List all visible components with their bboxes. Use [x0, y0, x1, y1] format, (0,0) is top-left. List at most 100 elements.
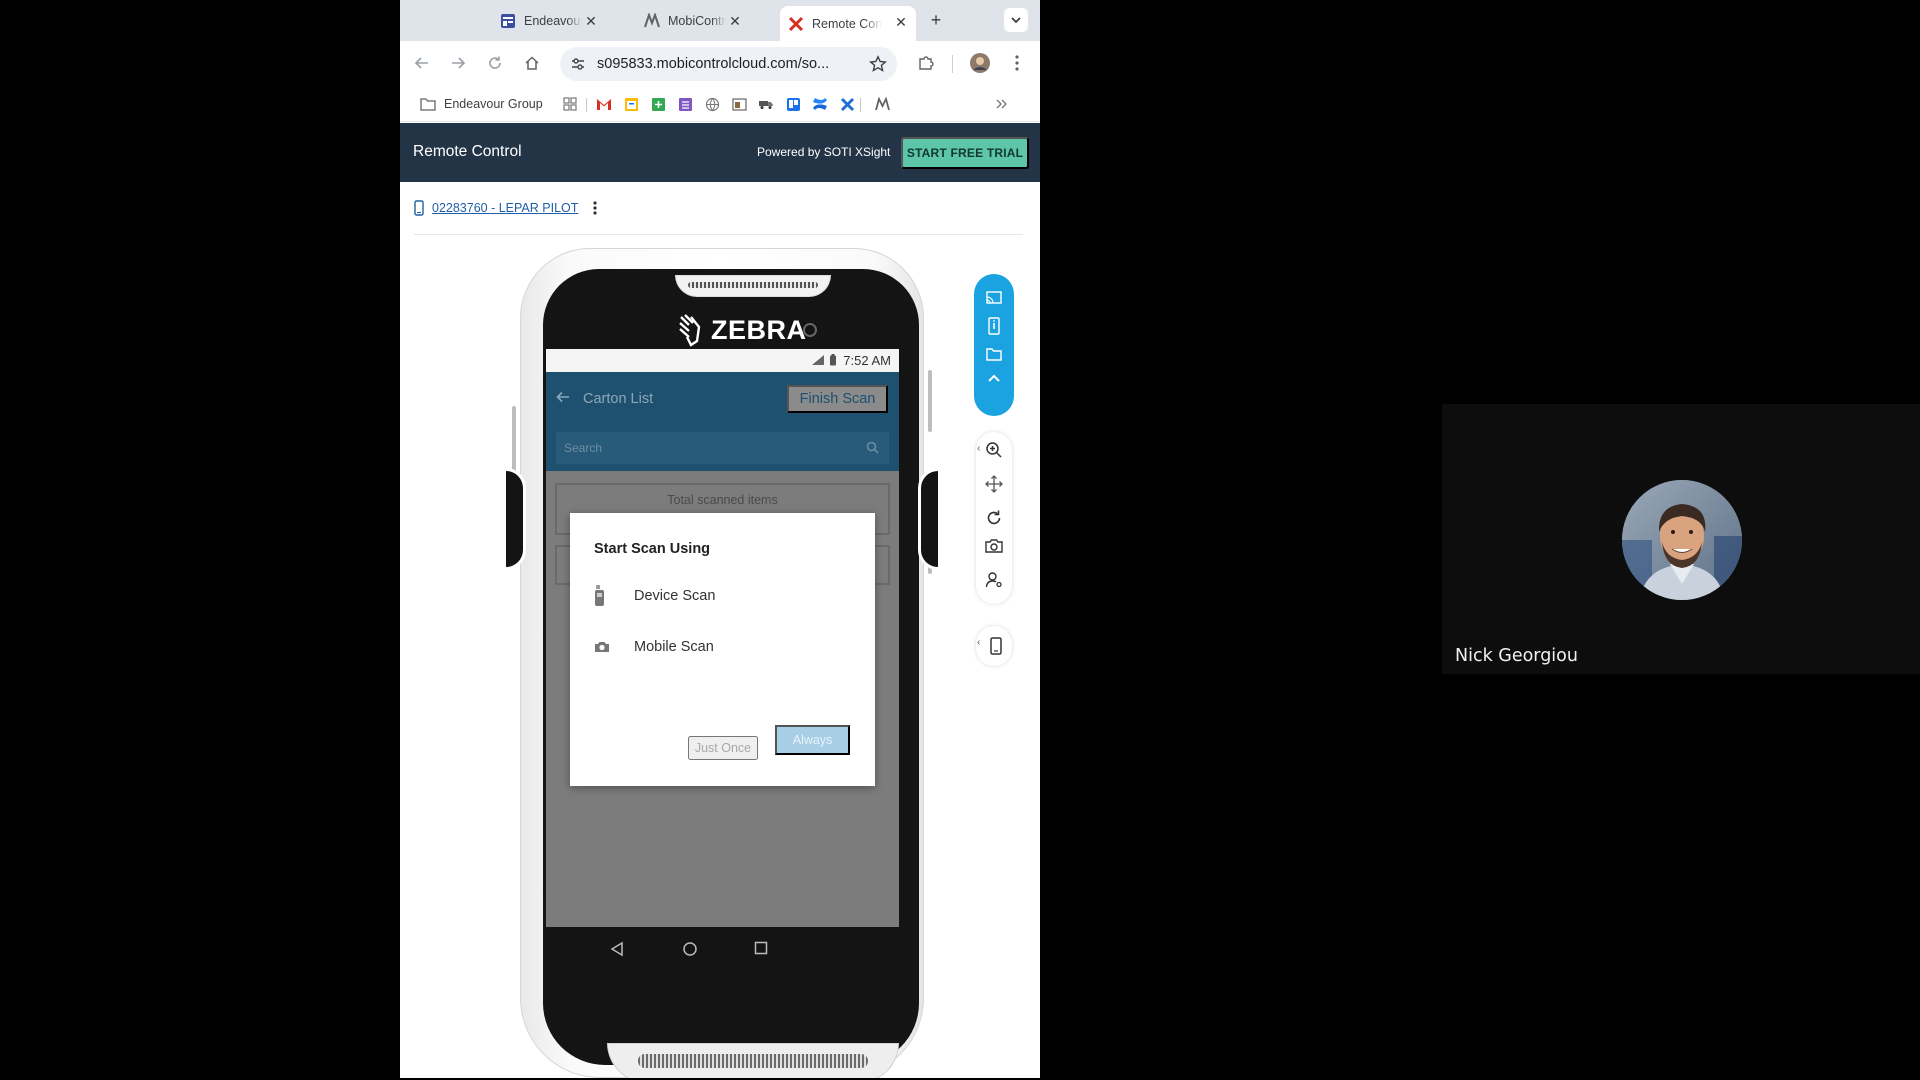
- jira-icon[interactable]: [839, 96, 855, 112]
- mobile-scan-option[interactable]: Mobile Scan: [594, 633, 854, 661]
- forward-button[interactable]: [446, 51, 470, 75]
- profile-avatar-icon: [970, 53, 990, 73]
- powered-by-label: Powered by SOTI XSight: [757, 145, 891, 159]
- rotate-icon[interactable]: [984, 508, 1004, 528]
- chevron-double-right-icon[interactable]: [994, 96, 1010, 112]
- pan-move-icon[interactable]: [984, 474, 1004, 494]
- nav-back-icon[interactable]: [610, 941, 624, 962]
- screenshot-camera-icon[interactable]: [984, 536, 1004, 556]
- chevron-left-icon[interactable]: ‹: [977, 443, 980, 454]
- calendar-icon[interactable]: [623, 96, 639, 112]
- left-scan-trigger: [506, 468, 526, 570]
- right-scan-trigger: [918, 468, 938, 570]
- cast-screen-icon[interactable]: [984, 288, 1004, 308]
- tab-endeavour[interactable]: Endeavour Gr ✕: [492, 5, 606, 37]
- back-arrow-icon[interactable]: [556, 390, 570, 409]
- nav-recents-icon[interactable]: [754, 941, 768, 960]
- mobicontrol-icon: [644, 13, 660, 29]
- zebra-head-icon: [679, 314, 701, 347]
- dialog-title: Start Scan Using: [594, 541, 711, 557]
- zoom-in-icon[interactable]: [984, 440, 1004, 460]
- app-title: Carton List: [583, 391, 654, 407]
- tab-mobicontrol[interactable]: MobiControl ✕: [636, 5, 750, 37]
- truck-icon[interactable]: [758, 96, 774, 112]
- chevron-left-icon[interactable]: ‹: [977, 637, 980, 648]
- device-name-link[interactable]: 02283760 - LEPAR PILOT: [432, 201, 578, 215]
- reload-icon: [489, 56, 501, 69]
- back-button[interactable]: [410, 51, 434, 75]
- total-scanned-label: Total scanned items: [667, 493, 778, 507]
- bookmark-separator: [860, 98, 861, 112]
- device-more-options-icon[interactable]: [592, 200, 598, 216]
- nav-home-icon[interactable]: [682, 941, 698, 962]
- home-icon: [525, 56, 539, 70]
- user-permissions-icon[interactable]: [984, 570, 1004, 590]
- brand-name: ZEBRA: [711, 314, 807, 345]
- close-icon[interactable]: ✕: [728, 14, 742, 28]
- device-view-toggle: ‹: [976, 626, 1012, 666]
- home-button[interactable]: [520, 51, 544, 75]
- profile-button[interactable]: [968, 51, 992, 75]
- extensions-button[interactable]: [914, 51, 938, 75]
- mobicontrol-icon[interactable]: [874, 96, 890, 112]
- arrow-left-icon: [414, 57, 428, 69]
- browser-toolbar: s095833.mobicontrolcloud.com/so...: [400, 41, 1040, 86]
- search-placeholder: Search: [564, 441, 603, 455]
- site-settings-icon[interactable]: [570, 56, 586, 77]
- soti-x-icon: [788, 16, 804, 32]
- option-label: Device Scan: [634, 588, 716, 604]
- device-status-bar: 7:52 AM: [546, 349, 899, 372]
- device-info-icon[interactable]: [984, 316, 1004, 336]
- device-screen[interactable]: 7:52 AM Carton List Finish Scan Search T…: [546, 349, 899, 927]
- apps-grid-icon[interactable]: [562, 96, 578, 112]
- side-button-right: [928, 370, 932, 432]
- sheets-icon[interactable]: [650, 96, 666, 112]
- remote-actions-toolbar: [974, 274, 1014, 416]
- forms-icon: [500, 13, 516, 29]
- tab-remote-control[interactable]: Remote Contr ✕: [780, 6, 916, 41]
- image-app-icon[interactable]: [731, 96, 747, 112]
- kebab-menu-icon: [1015, 55, 1019, 71]
- bookmark-folder-label[interactable]: Endeavour Group: [444, 97, 543, 111]
- folder-icon[interactable]: [420, 96, 436, 112]
- toolbar-divider: [952, 55, 953, 73]
- signal-icon: [812, 355, 824, 365]
- tab-search-button[interactable]: [1004, 8, 1028, 32]
- chevron-up-icon[interactable]: [984, 368, 1004, 388]
- always-button[interactable]: Always: [775, 725, 850, 755]
- address-bar[interactable]: s095833.mobicontrolcloud.com/so...: [560, 47, 897, 81]
- globe-icon[interactable]: [704, 96, 720, 112]
- browser-menu-button[interactable]: [1005, 51, 1029, 75]
- participant-tile: Nick Georgiou: [1442, 404, 1920, 674]
- close-icon[interactable]: ✕: [894, 15, 908, 29]
- bookmark-star-icon[interactable]: [869, 55, 887, 78]
- trello-icon[interactable]: [785, 96, 801, 112]
- app-search-input[interactable]: Search: [556, 432, 889, 464]
- close-icon[interactable]: ✕: [584, 14, 598, 28]
- device-skin-icon[interactable]: [986, 636, 1006, 656]
- reload-button[interactable]: [483, 51, 507, 75]
- folder-icon[interactable]: [984, 344, 1004, 364]
- remote-control-header: Remote Control Powered by SOTI XSight ST…: [400, 123, 1040, 182]
- new-tab-button[interactable]: +: [926, 10, 946, 30]
- device-scan-option[interactable]: Device Scan: [594, 582, 854, 610]
- device-selector: 02283760 - LEPAR PILOT: [414, 198, 598, 218]
- app-search-area: Search: [546, 426, 899, 471]
- brand-logo: ZEBRA: [677, 313, 807, 347]
- forms-list-icon[interactable]: [677, 96, 693, 112]
- front-camera: [803, 323, 817, 337]
- speaker-grille: [607, 1043, 899, 1078]
- confluence-icon[interactable]: [812, 96, 828, 112]
- tab-strip: Endeavour Gr ✕ MobiControl ✕ Remote Cont…: [400, 0, 1040, 41]
- gmail-icon[interactable]: [596, 96, 612, 112]
- search-icon: [866, 441, 879, 459]
- page-title: Remote Control: [413, 143, 522, 160]
- finish-scan-button[interactable]: Finish Scan: [787, 385, 888, 413]
- url-text: s095833.mobicontrolcloud.com/so...: [597, 56, 830, 72]
- earpiece: [675, 275, 831, 297]
- device-nav-bar: [546, 927, 899, 973]
- start-free-trial-button[interactable]: START FREE TRIAL: [901, 137, 1029, 169]
- screen: Endeavour Gr ✕ MobiControl ✕ Remote Cont…: [0, 0, 1920, 1080]
- just-once-button[interactable]: Just Once: [688, 736, 758, 760]
- status-time: 7:52 AM: [843, 353, 891, 368]
